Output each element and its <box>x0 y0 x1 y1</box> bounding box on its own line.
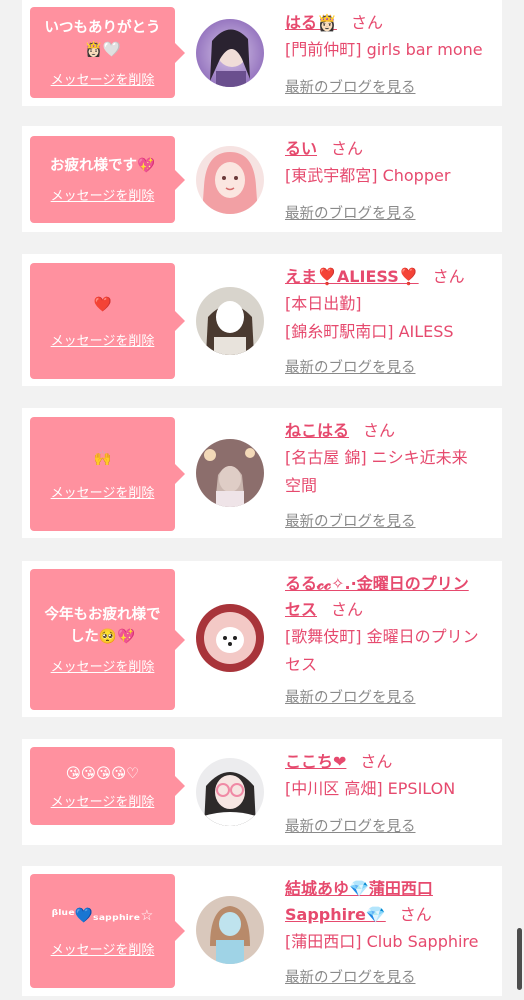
girl-hello-kitty-glasses-icon <box>196 758 264 826</box>
girl-white-dog-icon <box>196 604 264 672</box>
girl-selfie-purple-icon <box>196 19 264 87</box>
avatar[interactable] <box>196 604 264 672</box>
shop-info: [本日出勤] [錦糸町駅南口] AILESS <box>285 294 454 341</box>
girl-lounge-icon <box>196 439 264 507</box>
shop-info: [蒲田西口] Club Sapphire <box>285 932 479 951</box>
latest-blog-link[interactable]: 最新のブログを見る <box>285 815 416 836</box>
avatar[interactable] <box>196 19 264 87</box>
honorific: さん <box>350 13 383 32</box>
shop-info: [名古屋 錦] ニシキ近未来 空間 <box>285 448 468 495</box>
list-item: いつもありがとう 👸🏻🤍 メッセージを削除 はる👸🏻 さん [門前仲町] girl… <box>22 0 502 106</box>
delete-message-link[interactable]: メッセージを削除 <box>51 939 155 958</box>
honorific: さん <box>432 267 465 286</box>
cast-name-link[interactable]: るる𝓬𝓬✧.·金曜日のプリン セス <box>285 574 469 619</box>
avatar[interactable] <box>196 758 264 826</box>
message-bubble: 今年もお疲れ様で した🥺💖 メッセージを削除 <box>30 569 175 710</box>
honorific: さん <box>363 421 396 440</box>
latest-blog-link[interactable]: 最新のブログを見る <box>285 966 416 987</box>
latest-blog-link[interactable]: 最新のブログを見る <box>285 686 416 707</box>
delete-message-link[interactable]: メッセージを削除 <box>51 482 155 501</box>
message-bubble: ᵝˡᵘᵉ💙ₛₐₚₚₕᵢᵣₑ☆ メッセージを削除 <box>30 874 175 988</box>
latest-blog-link[interactable]: 最新のブログを見る <box>285 356 416 377</box>
avatar[interactable] <box>196 439 264 507</box>
message-text: ❤️ <box>93 296 112 313</box>
message-text: お疲れ様です💖 <box>49 158 156 174</box>
scrollbar[interactable] <box>517 928 522 990</box>
message-text: ᵝˡᵘᵉ💙ₛₐₚₚₕᵢᵣₑ☆ <box>51 907 154 924</box>
list-item: ᵝˡᵘᵉ💙ₛₐₚₚₕᵢᵣₑ☆ メッセージを削除 結城あゆ💎蒲田西口 Sapphi… <box>22 866 502 996</box>
cast-name-link[interactable]: ここち❤ <box>285 752 346 771</box>
message-text: 🙌 <box>93 450 112 467</box>
girl-hidden-face-icon <box>196 287 264 355</box>
girl-pink-hair-icon <box>196 146 264 214</box>
avatar[interactable] <box>196 896 264 964</box>
message-bubble: 🙌 メッセージを削除 <box>30 417 175 531</box>
list-item: お疲れ様です💖 メッセージを削除 るい さん [東武宇都宮] Chopper 最新… <box>22 126 502 232</box>
message-list: いつもありがとう 👸🏻🤍 メッセージを削除 はる👸🏻 さん [門前仲町] girl… <box>0 0 524 1000</box>
cast-name-link[interactable]: るい <box>285 139 317 158</box>
list-item: ❤️ メッセージを削除 えま❣️ALIESS❣️ さん [本日出勤] [錦糸町駅南… <box>22 254 502 386</box>
message-text: 😘😘😘😘♡ <box>65 765 140 782</box>
list-item: 😘😘😘😘♡ メッセージを削除 ここち❤ さん [中川区 高畑] EPSILON 最… <box>22 739 502 845</box>
message-bubble: ❤️ メッセージを削除 <box>30 263 175 379</box>
avatar[interactable] <box>196 146 264 214</box>
latest-blog-link[interactable]: 最新のブログを見る <box>285 76 416 97</box>
honorific: さん <box>399 905 432 924</box>
latest-blog-link[interactable]: 最新のブログを見る <box>285 202 416 223</box>
delete-message-link[interactable]: メッセージを削除 <box>51 185 155 204</box>
cast-name-link[interactable]: えま❣️ALIESS❣️ <box>285 267 419 286</box>
avatar[interactable] <box>196 287 264 355</box>
latest-blog-link[interactable]: 最新のブログを見る <box>285 510 416 531</box>
honorific: さん <box>331 600 364 619</box>
shop-info: [門前仲町] girls bar mone <box>285 40 483 59</box>
list-item: 今年もお疲れ様で した🥺💖 メッセージを削除 るる𝓬𝓬✧.·金曜日のプリン セス… <box>22 561 502 717</box>
delete-message-link[interactable]: メッセージを削除 <box>51 656 155 675</box>
message-bubble: 😘😘😘😘♡ メッセージを削除 <box>30 747 175 825</box>
cast-name-link[interactable]: ねこはる <box>285 421 349 440</box>
shop-info: [歌舞伎町] 金曜日のプリン セス <box>285 627 479 674</box>
list-item: 🙌 メッセージを削除 ねこはる さん [名古屋 錦] ニシキ近未来 空間 最新のブ… <box>22 408 502 538</box>
shop-info: [東武宇都宮] Chopper <box>285 166 451 185</box>
message-text: いつもありがとう 👸🏻🤍 <box>44 20 161 58</box>
message-bubble: いつもありがとう 👸🏻🤍 メッセージを削除 <box>30 7 175 98</box>
girl-blue-dress-icon <box>196 896 264 964</box>
delete-message-link[interactable]: メッセージを削除 <box>51 791 155 810</box>
honorific: さん <box>331 139 364 158</box>
honorific: さん <box>360 752 393 771</box>
cast-name-link[interactable]: はる👸🏻 <box>285 13 337 32</box>
delete-message-link[interactable]: メッセージを削除 <box>51 69 155 88</box>
shop-info: [中川区 高畑] EPSILON <box>285 779 456 798</box>
delete-message-link[interactable]: メッセージを削除 <box>51 330 155 349</box>
message-text: 今年もお疲れ様で した🥺💖 <box>44 607 161 645</box>
message-bubble: お疲れ様です💖 メッセージを削除 <box>30 136 175 223</box>
